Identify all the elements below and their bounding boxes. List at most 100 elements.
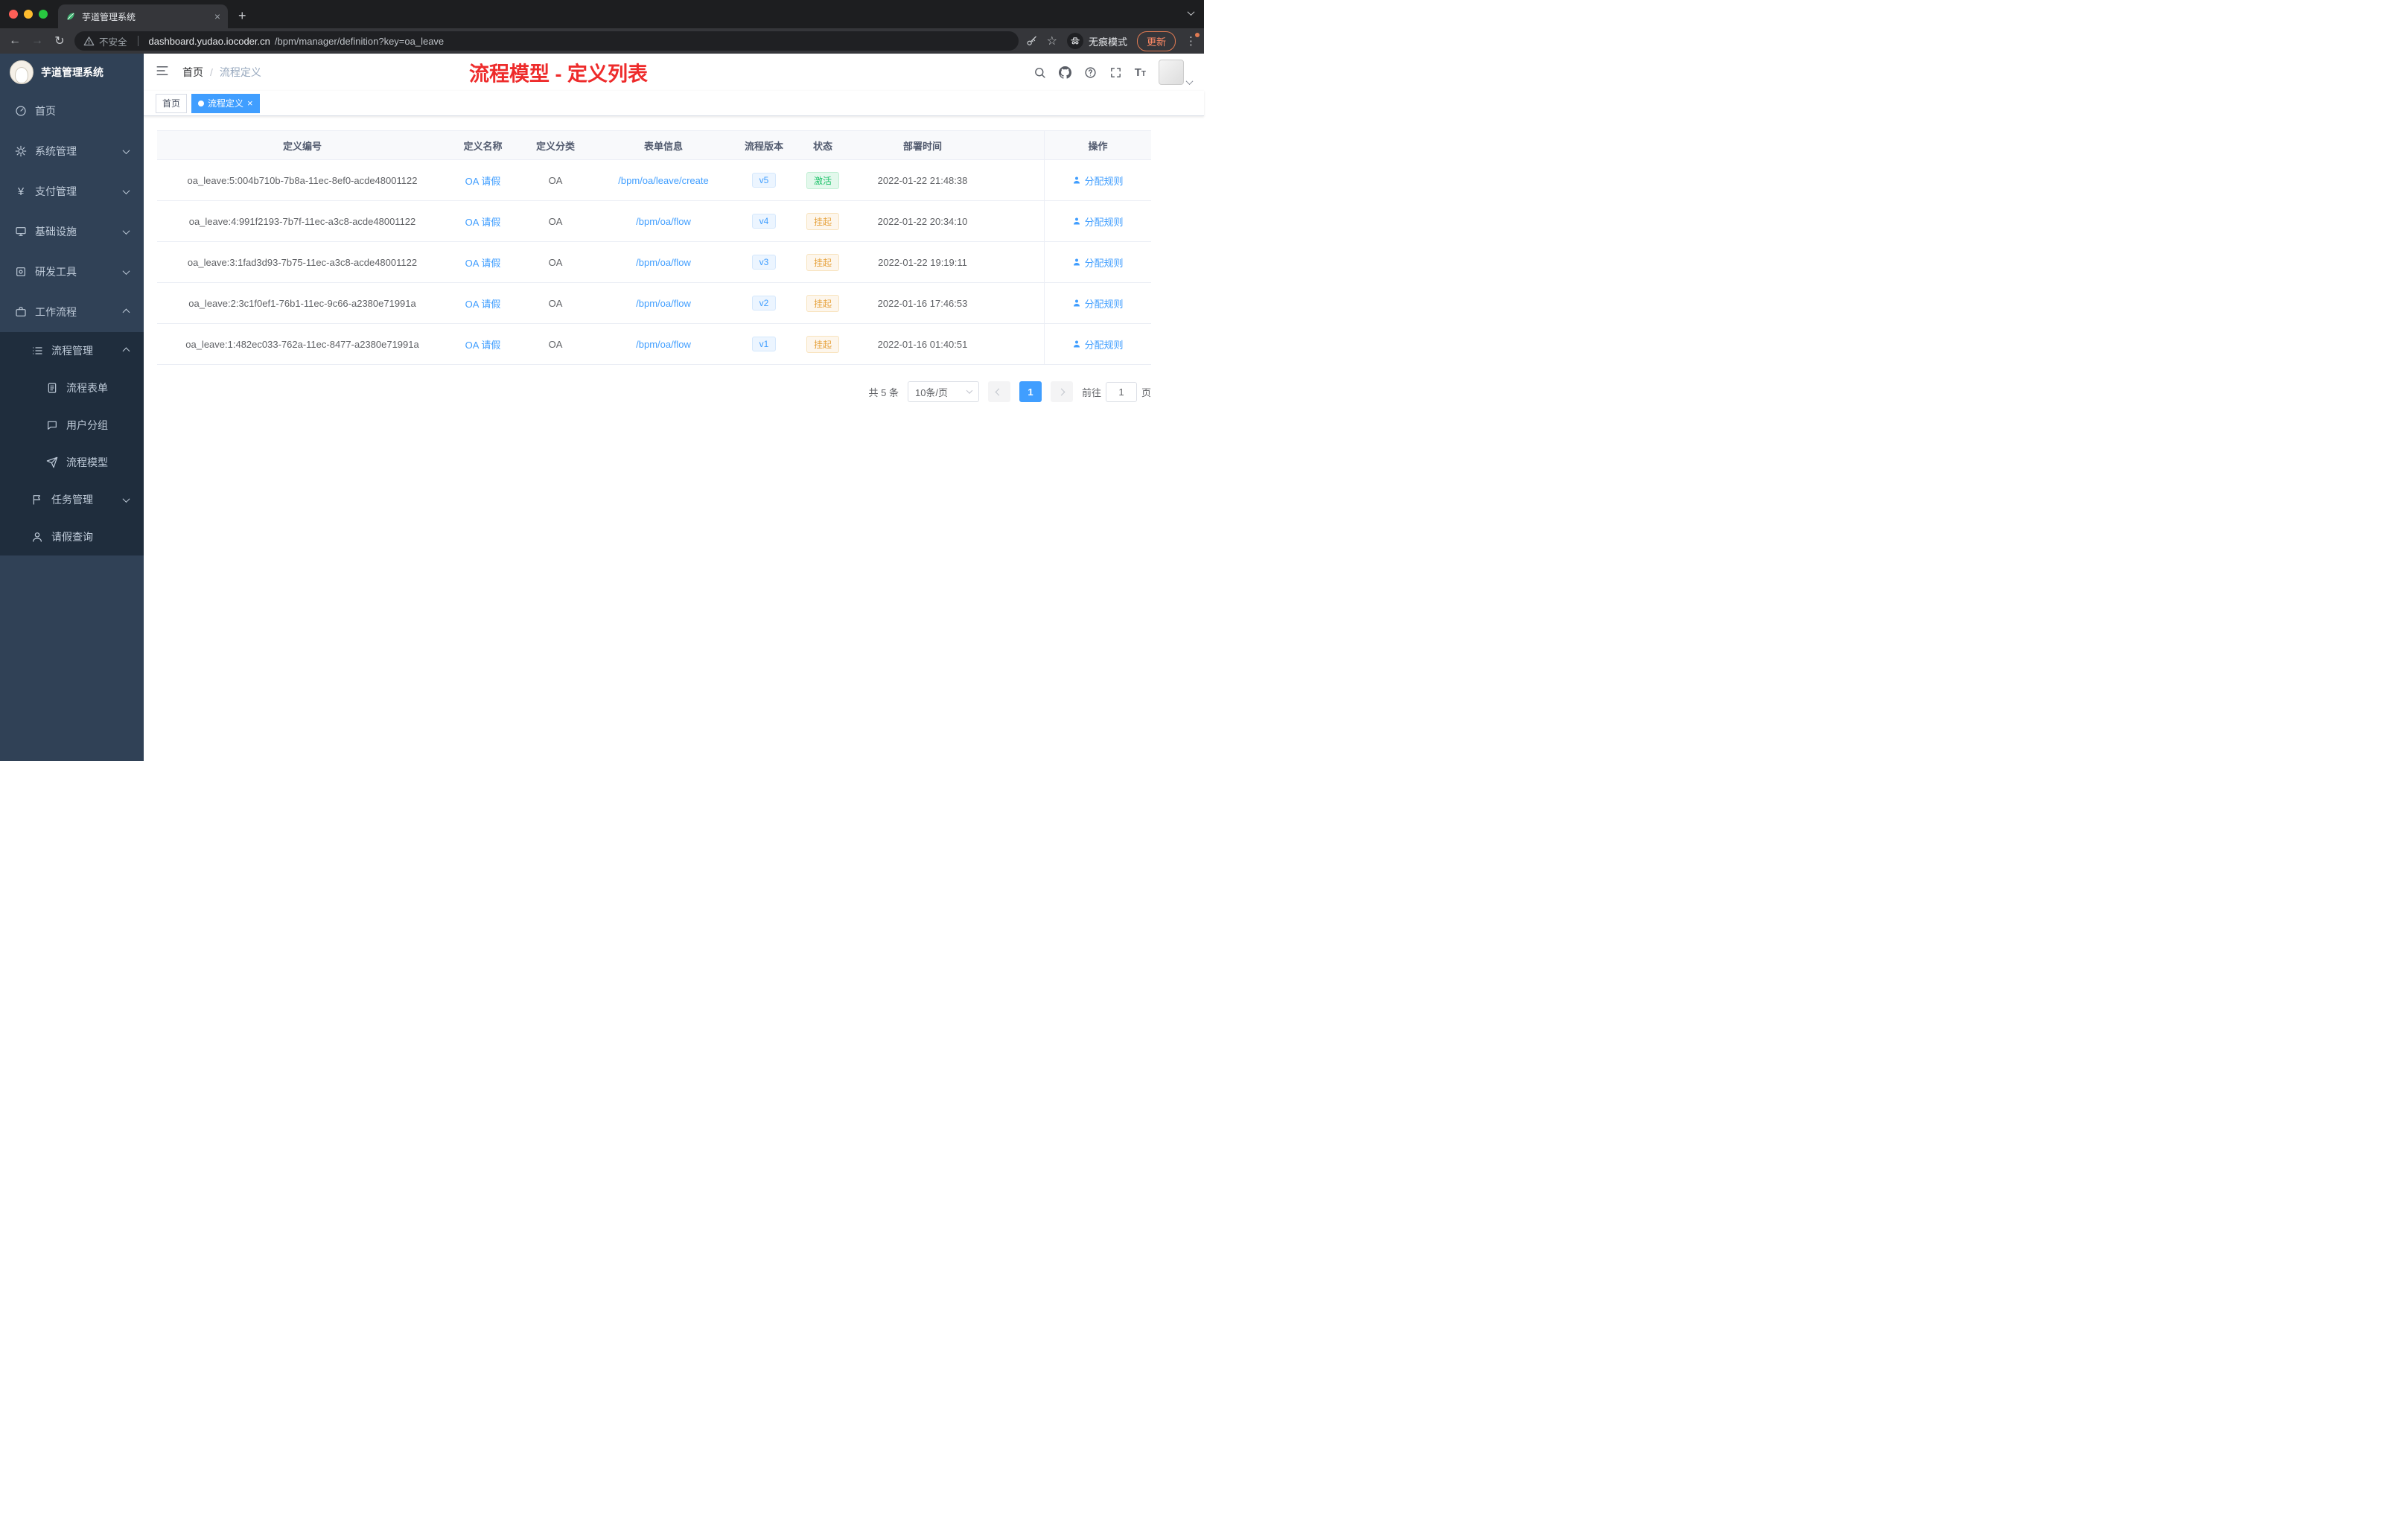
sidebar-item-task-management[interactable]: 任务管理 (0, 481, 144, 518)
deploy-time: 2022-01-22 21:48:38 (877, 174, 968, 186)
incognito-label: 无痕模式 (1088, 36, 1127, 48)
goto-page: 前往 页 (1081, 381, 1151, 402)
definition-id: oa_leave:3:1fad3d93-7b75-11ec-a3c8-acde4… (187, 256, 418, 268)
definition-id: oa_leave:2:3c1f0ef1-76b1-11ec-9c66-a2380… (188, 297, 416, 309)
assign-rule-link[interactable]: 分配规则 (1072, 214, 1124, 229)
browser-tab[interactable]: 芋道管理系统 × (58, 4, 228, 28)
table-row: oa_leave:4:991f2193-7b7f-11ec-a3c8-acde4… (157, 201, 1151, 242)
definition-name-link[interactable]: OA 请假 (465, 173, 501, 188)
sidebar-item-process-form[interactable]: 流程表单 (0, 369, 144, 407)
prev-page-button[interactable] (987, 381, 1010, 402)
window-controls[interactable] (9, 10, 48, 19)
deploy-time: 2022-01-22 19:19:11 (878, 256, 967, 268)
key-icon[interactable] (1026, 36, 1037, 47)
tag-close-icon[interactable]: × (247, 98, 253, 109)
version-badge[interactable]: v1 (751, 337, 777, 351)
github-icon[interactable] (1058, 66, 1071, 79)
help-icon[interactable] (1084, 66, 1097, 79)
sidebar-item-leave-query[interactable]: 请假查询 (0, 518, 144, 555)
definition-category: OA (548, 215, 563, 227)
sidebar-item-process-management[interactable]: 流程管理 (0, 332, 144, 369)
user-icon (1074, 258, 1080, 266)
window-zoom-button[interactable] (39, 10, 48, 19)
user-icon (1074, 299, 1080, 307)
sidebar-item-system[interactable]: 系统管理 (0, 131, 144, 171)
update-dot (1195, 33, 1200, 37)
sidebar-item-infrastructure[interactable]: 基础设施 (0, 211, 144, 252)
status-badge: 挂起 (806, 212, 839, 230)
bookmark-star-icon[interactable]: ☆ (1047, 34, 1057, 48)
tab-search-chevron-icon[interactable] (1187, 8, 1195, 16)
version-badge[interactable]: v4 (751, 214, 777, 229)
definition-name-link[interactable]: OA 请假 (465, 296, 501, 311)
definition-table: 定义编号 定义名称 定义分类 表单信息 流程版本 状态 部署时间 操作 oa_l… (157, 130, 1151, 365)
sidebar-toggle-icon[interactable] (156, 64, 169, 81)
avatar[interactable] (1159, 60, 1184, 85)
page-size-select[interactable]: 10条/页 (907, 381, 979, 402)
user-menu[interactable] (1159, 60, 1194, 86)
tag-process-definition[interactable]: 流程定义 × (191, 93, 260, 113)
font-size-icon[interactable]: TT (1135, 66, 1146, 79)
briefcase-icon (16, 307, 26, 316)
refresh-icon[interactable]: ↻ (52, 34, 67, 48)
browser-menu-kebab-icon[interactable]: ⋮ (1185, 33, 1200, 48)
assign-rule-link[interactable]: 分配规则 (1072, 255, 1124, 270)
back-icon[interactable]: ← (7, 34, 22, 48)
sidebar-brand[interactable]: 芋道管理系统 (0, 54, 144, 91)
assign-rule-link[interactable]: 分配规则 (1072, 173, 1124, 188)
navbar-actions: TT (1033, 60, 1194, 86)
assign-rule-link[interactable]: 分配规则 (1072, 296, 1124, 311)
top-navbar: 首页 / 流程定义 流程模型 - 定义列表 TT (144, 54, 1204, 91)
form-link[interactable]: /bpm/oa/flow (636, 339, 691, 350)
new-tab-button[interactable]: + (238, 8, 246, 24)
goto-label: 前往 (1081, 386, 1101, 398)
sidebar-item-user-group[interactable]: 用户分组 (0, 407, 144, 444)
breadcrumb: 首页 / 流程定义 (182, 65, 261, 80)
goto-page-input[interactable] (1105, 381, 1137, 402)
sidebar-item-process-model[interactable]: 流程模型 (0, 444, 144, 481)
form-link[interactable]: /bpm/oa/flow (636, 257, 691, 268)
col-header-deploy-time: 部署时间 (902, 140, 942, 152)
chevron-down-icon (122, 226, 130, 235)
chevron-down-icon (122, 267, 130, 275)
tags-view-bar: 首页 流程定义 × (144, 91, 1204, 116)
form-link[interactable]: /bpm/oa/flow (636, 216, 691, 227)
search-icon[interactable] (1033, 66, 1046, 79)
definition-name-link[interactable]: OA 请假 (465, 255, 501, 270)
chevron-down-icon (122, 494, 130, 503)
page-content: 定义编号 定义名称 定义分类 表单信息 流程版本 状态 部署时间 操作 oa_l… (144, 116, 1204, 761)
form-link[interactable]: /bpm/oa/leave/create (618, 175, 708, 186)
sidebar-item-home[interactable]: 首页 (0, 91, 144, 131)
fullscreen-icon[interactable] (1109, 66, 1122, 79)
window-close-button[interactable] (9, 10, 18, 19)
sidebar-item-payment[interactable]: ¥ 支付管理 (0, 171, 144, 211)
user-icon (1074, 217, 1080, 225)
tab-close-icon[interactable]: × (214, 10, 220, 22)
window-minimize-button[interactable] (24, 10, 33, 19)
active-tag-dot (198, 100, 205, 106)
version-badge[interactable]: v2 (751, 296, 777, 311)
sidebar-item-workflow[interactable]: 工作流程 (0, 292, 144, 332)
definition-name-link[interactable]: OA 请假 (465, 214, 501, 229)
current-page-button[interactable]: 1 (1019, 381, 1042, 402)
version-badge[interactable]: v3 (751, 255, 777, 270)
gear-icon (15, 145, 27, 157)
tag-home[interactable]: 首页 (156, 93, 188, 113)
browser-chrome: 芋道管理系统 × + ← → ↻ 不安全 dashboard.yudao.ioc… (0, 0, 1204, 54)
tab-title: 芋道管理系统 (82, 11, 136, 22)
definition-id: oa_leave:5:004b710b-7b8a-11ec-8ef0-acde4… (187, 174, 418, 186)
chevron-down-icon (122, 146, 130, 154)
definition-name-link[interactable]: OA 请假 (465, 337, 501, 351)
form-link[interactable]: /bpm/oa/flow (636, 298, 691, 309)
chat-icon (48, 421, 57, 430)
toolbox-icon (16, 267, 25, 276)
sidebar-item-devtools[interactable]: 研发工具 (0, 252, 144, 292)
update-button[interactable]: 更新 (1136, 31, 1176, 51)
next-page-button[interactable] (1050, 381, 1073, 402)
status-badge: 挂起 (806, 253, 839, 271)
breadcrumb-home[interactable]: 首页 (182, 65, 203, 80)
version-badge[interactable]: v5 (751, 173, 777, 188)
address-bar[interactable]: 不安全 dashboard.yudao.iocoder.cn /bpm/mana… (74, 31, 1019, 51)
assign-rule-link[interactable]: 分配规则 (1072, 337, 1124, 351)
forward-icon[interactable]: → (30, 34, 45, 48)
